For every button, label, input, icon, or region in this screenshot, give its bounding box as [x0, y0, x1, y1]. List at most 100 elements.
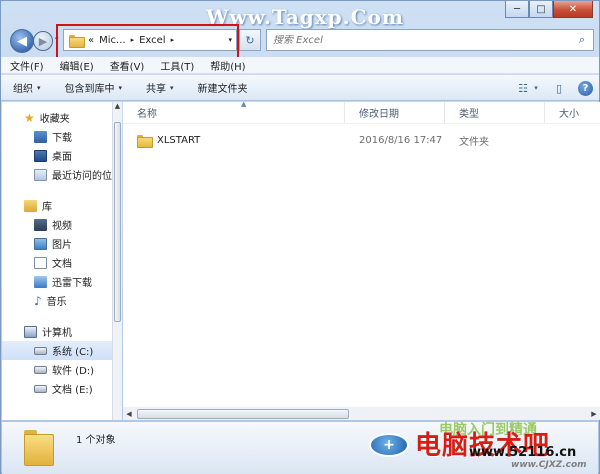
sidebar-item-libraries[interactable]: 库: [2, 196, 112, 215]
menu-edit[interactable]: 编辑(E): [60, 58, 94, 73]
desktop-icon: [34, 149, 47, 162]
computer-group: 计算机 系统 (C:) 软件 (D:) 文档 (E:): [2, 322, 112, 398]
menu-file[interactable]: 文件(F): [10, 58, 44, 73]
navigation-pane-scrollbar[interactable]: ▲: [112, 102, 122, 420]
sidebar-item-desktop[interactable]: 桌面: [2, 146, 112, 165]
chevron-down-icon: ▾: [118, 83, 123, 92]
folder-icon: [24, 430, 56, 466]
computer-icon: [24, 325, 37, 338]
sidebar-item-thunder-downloads[interactable]: 迅雷下载: [2, 272, 112, 291]
menu-help[interactable]: 帮助(H): [210, 58, 245, 73]
sidebar-item-videos[interactable]: 视频: [2, 215, 112, 234]
column-header-type[interactable]: 类型: [445, 102, 545, 123]
chevron-down-icon[interactable]: ▾: [532, 79, 540, 97]
library-icon: [24, 199, 37, 212]
details-pane: 1 个对象: [2, 421, 598, 474]
sidebar-item-drive-d[interactable]: 软件 (D:): [2, 360, 112, 379]
picture-icon: [34, 237, 47, 250]
forward-button[interactable]: ▶: [33, 31, 53, 51]
search-icon[interactable]: ⌕: [571, 33, 593, 47]
breadcrumb-item[interactable]: Mic...: [99, 35, 125, 46]
recent-pages-dropdown[interactable]: ▾: [55, 35, 59, 43]
menu-view[interactable]: 查看(V): [110, 58, 145, 73]
column-header-size[interactable]: 大小: [545, 102, 600, 123]
chevron-down-icon: ▾: [170, 83, 174, 92]
breadcrumb-separator[interactable]: ▸: [131, 36, 135, 44]
sidebar-item-downloads[interactable]: 下载: [2, 127, 112, 146]
folder-icon: [69, 34, 85, 48]
sidebar-item-label: 计算机: [42, 328, 72, 339]
scroll-thumb[interactable]: [137, 408, 349, 419]
menu-tools[interactable]: 工具(T): [160, 58, 194, 73]
breadcrumb-item[interactable]: Excel: [139, 35, 166, 46]
sidebar-item-recent-places[interactable]: 最近访问的位置: [2, 165, 112, 184]
sidebar-item-label: 系统 (C:): [52, 347, 94, 358]
sidebar-item-drive-e[interactable]: 文档 (E:): [2, 379, 112, 398]
help-icon[interactable]: ?: [578, 80, 593, 96]
sidebar-item-label: 软件 (D:): [52, 366, 95, 377]
column-header-row: ▲ 名称 修改日期 类型 大小: [123, 100, 600, 124]
sort-ascending-icon: ▲: [241, 100, 247, 108]
address-overflow[interactable]: «: [88, 35, 94, 46]
menu-bar: 文件(F) 编辑(E) 查看(V) 工具(T) 帮助(H): [1, 57, 599, 74]
sidebar-item-label: 文档: [52, 259, 72, 270]
organize-label: 组织: [13, 84, 33, 95]
file-list: ▲ 名称 修改日期 类型 大小 XLSTART 2016/8/16 17:47 …: [123, 100, 600, 407]
scroll-up-arrow-icon[interactable]: ▲: [113, 102, 122, 114]
view-options-icon[interactable]: ☷: [514, 79, 532, 97]
back-button[interactable]: ◀: [10, 29, 34, 53]
document-icon: [34, 256, 47, 269]
scroll-right-arrow-icon[interactable]: ▶: [588, 410, 600, 418]
item-count: 1 个对象: [76, 435, 116, 446]
file-name: XLSTART: [157, 134, 201, 146]
preview-pane-icon[interactable]: ▯: [550, 79, 568, 97]
sidebar-item-label: 下载: [52, 133, 72, 144]
scroll-left-arrow-icon[interactable]: ◀: [123, 410, 135, 418]
maximize-button[interactable]: □: [529, 1, 553, 18]
sidebar-item-documents[interactable]: 文档: [2, 253, 112, 272]
navigation-pane: ★ 收藏夹 下载 桌面 最近访问的位置 库 视频: [2, 102, 112, 420]
new-folder-button[interactable]: 新建文件夹: [198, 80, 248, 95]
organize-button[interactable]: 组织 ▾: [13, 80, 41, 96]
scroll-thumb[interactable]: [114, 122, 121, 322]
drive-icon: [34, 365, 47, 374]
breadcrumb-separator[interactable]: ▸: [171, 36, 175, 44]
sidebar-item-drive-c[interactable]: 系统 (C:): [2, 341, 112, 360]
sidebar-item-computer[interactable]: 计算机: [2, 322, 112, 341]
sidebar-item-label: 收藏夹: [39, 114, 70, 125]
sidebar-item-favorites[interactable]: ★ 收藏夹: [2, 108, 112, 127]
drive-icon: [34, 384, 47, 393]
navigation-bar: ◀ ▶ ▾ « Mic... ▸ Excel ▸ ▾ ↻ ⌕: [1, 26, 599, 56]
sidebar-item-label: 桌面: [52, 152, 72, 163]
file-type: 文件夹: [459, 136, 489, 148]
address-dropdown[interactable]: ▾: [228, 36, 232, 44]
video-icon: [34, 218, 47, 231]
chevron-down-icon: ▾: [37, 83, 41, 92]
recent-places-icon: [34, 168, 47, 181]
sidebar-item-label: 文档 (E:): [52, 385, 93, 396]
share-label: 共享: [146, 84, 167, 95]
new-folder-label: 新建文件夹: [197, 84, 248, 95]
horizontal-scrollbar[interactable]: ◀ ▶: [123, 407, 600, 420]
address-bar[interactable]: « Mic... ▸ Excel ▸ ▾: [63, 29, 237, 51]
view-controls: ☷ ▾ ▯ ?: [514, 79, 593, 97]
caption-buttons: ─ □ ✕: [505, 1, 593, 18]
include-in-library-button[interactable]: 包含到库中 ▾: [65, 80, 123, 96]
sidebar-item-music[interactable]: ♪ 音乐: [2, 291, 112, 310]
share-button[interactable]: 共享 ▾: [146, 80, 174, 96]
search-input[interactable]: [273, 34, 571, 46]
star-icon: ★: [24, 110, 35, 125]
column-header-name[interactable]: 名称: [123, 102, 345, 123]
sidebar-item-label: 库: [42, 202, 52, 213]
thunder-download-icon: [34, 275, 47, 288]
minimize-button[interactable]: ─: [505, 1, 529, 18]
sidebar-item-pictures[interactable]: 图片: [2, 234, 112, 253]
sidebar-item-label: 视频: [52, 221, 72, 232]
search-box[interactable]: ⌕: [266, 29, 594, 51]
system-drive-icon: [34, 346, 47, 355]
close-button[interactable]: ✕: [553, 1, 593, 18]
refresh-button[interactable]: ↻: [239, 29, 261, 51]
column-header-modified[interactable]: 修改日期: [345, 102, 445, 123]
file-row[interactable]: XLSTART 2016/8/16 17:47 文件夹: [123, 130, 600, 150]
file-name-cell: XLSTART: [123, 134, 345, 148]
